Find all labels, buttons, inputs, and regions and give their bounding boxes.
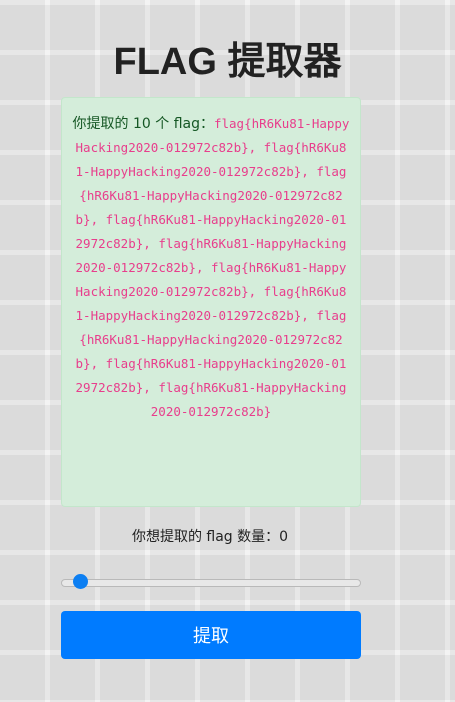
result-prefix: 你提取的 10 个 flag： <box>72 116 214 132</box>
flag-count-slider[interactable] <box>61 574 361 590</box>
flag-count-label: 你想提取的 flag 数量：0 <box>131 529 289 545</box>
slider-track[interactable] <box>61 579 361 587</box>
result-alert: 你提取的 10 个 flag：flag{hR6Ku81-HappyHacking… <box>61 97 361 507</box>
slider-thumb[interactable] <box>73 574 88 589</box>
page: FLAG 提取器 你提取的 10 个 flag：flag{hR6Ku81-Hap… <box>0 0 455 702</box>
page-title: FLAG 提取器 <box>113 41 342 83</box>
flag-list: flag{hR6Ku81-HappyHacking2020-012972c82b… <box>75 116 350 419</box>
extract-button[interactable]: 提取 <box>61 611 361 659</box>
